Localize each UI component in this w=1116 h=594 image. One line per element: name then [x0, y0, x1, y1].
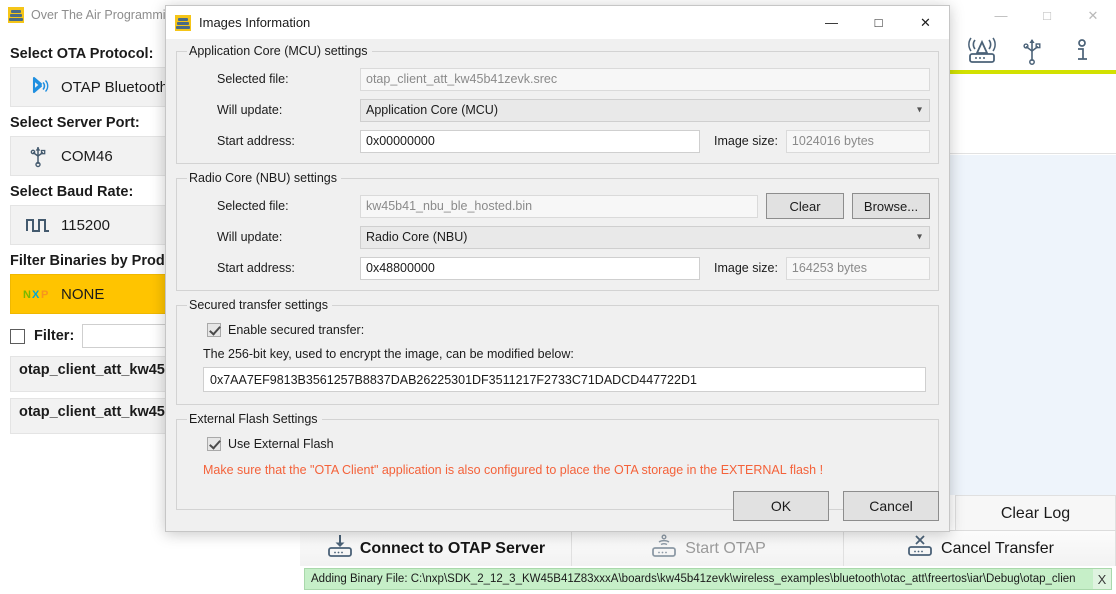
status-bar: Adding Binary File: C:\nxp\SDK_2_12_3_KW…: [304, 568, 1112, 590]
cancel-server-icon: [905, 533, 935, 564]
enable-secured-transfer-row: Enable secured transfer:: [207, 323, 930, 337]
radio-core-group: Radio Core (NBU) settings Selected file:…: [176, 171, 939, 291]
external-flash-legend: External Flash Settings: [187, 412, 322, 426]
ota-protocol-value: OTAP Bluetooth: [61, 79, 168, 96]
maximize-button[interactable]: □: [1024, 0, 1070, 30]
clear-button[interactable]: Clear: [766, 193, 844, 219]
cancel-button[interactable]: Cancel: [843, 491, 939, 521]
nxp-logo-icon: N X P: [21, 287, 55, 301]
radio-will-update-label: Will update:: [185, 230, 360, 244]
ok-button[interactable]: OK: [733, 491, 829, 521]
app-will-update-value: Application Core (MCU): [366, 103, 498, 117]
minimize-button[interactable]: —: [978, 0, 1024, 30]
app-will-update-label: Will update:: [185, 103, 360, 117]
close-button[interactable]: ✕: [1070, 0, 1116, 30]
usb-icon[interactable]: [1008, 32, 1056, 70]
bluetooth-icon: [21, 75, 55, 99]
application-core-legend: Application Core (MCU) settings: [187, 44, 372, 58]
radio-image-size-label: Image size:: [714, 261, 778, 275]
radio-will-update-value: Radio Core (NBU): [366, 230, 467, 244]
app-will-update-row: Will update: Application Core (MCU) ▾: [185, 96, 930, 124]
dialog-title: Images Information: [199, 15, 310, 30]
radio-selected-file-value: kw45b41_nbu_ble_hosted.bin: [360, 195, 758, 218]
broadcast-server-icon: [649, 533, 679, 564]
secured-transfer-group: Secured transfer settings Enable secured…: [176, 298, 939, 405]
app-image-size-label: Image size:: [714, 134, 778, 148]
app-selected-file-row: Selected file: otap_client_att_kw45b41ze…: [185, 65, 930, 93]
external-flash-warning: Make sure that the "OTA Client" applicat…: [203, 463, 930, 477]
radio-will-update-row: Will update: Radio Core (NBU) ▾: [185, 223, 930, 251]
browse-button[interactable]: Browse...: [852, 193, 930, 219]
download-server-icon: [326, 533, 354, 564]
radio-selected-file-row: Selected file: kw45b41_nbu_ble_hosted.bi…: [185, 192, 930, 220]
svg-text:P: P: [41, 289, 48, 301]
dialog-close-button[interactable]: ✕: [902, 6, 949, 40]
app-logo-icon: [175, 15, 191, 31]
info-icon[interactable]: [1058, 32, 1106, 70]
dialog-minimize-button[interactable]: —: [808, 6, 855, 40]
filter-checkbox-label: Filter:: [34, 328, 74, 344]
status-bar-text: Adding Binary File: C:\nxp\SDK_2_12_3_KW…: [305, 573, 1093, 585]
enable-secured-transfer-checkbox[interactable]: [207, 323, 221, 337]
application-core-group: Application Core (MCU) settings Selected…: [176, 44, 939, 164]
dialog-window-controls: — □ ✕: [808, 6, 949, 40]
encryption-key-input[interactable]: 0x7AA7EF9813B3561257B8837DAB26225301DF35…: [203, 367, 926, 392]
svg-text:N: N: [23, 289, 31, 301]
server-port-value: COM46: [61, 148, 113, 165]
connect-to-otap-server-label: Connect to OTAP Server: [360, 540, 545, 558]
chevron-down-icon: ▾: [917, 105, 922, 116]
use-external-flash-label: Use External Flash: [228, 437, 334, 451]
cancel-transfer-label: Cancel Transfer: [941, 540, 1054, 558]
images-information-dialog: Images Information — □ ✕ Application Cor…: [165, 5, 950, 532]
app-start-address-row: Start address: 0x00000000 Image size: 10…: [185, 127, 930, 155]
enable-secured-transfer-label: Enable secured transfer:: [228, 323, 364, 337]
app-start-address-input[interactable]: 0x00000000: [360, 130, 700, 153]
broadcast-server-icon[interactable]: [958, 32, 1006, 70]
app-image-size-value: 1024016 bytes: [786, 130, 930, 153]
bottom-action-bar: Connect to OTAP Server Start OTAP: [300, 530, 1116, 566]
use-external-flash-row: Use External Flash: [207, 437, 930, 451]
baud-rate-value: 115200: [61, 217, 110, 234]
dialog-titlebar: Images Information — □ ✕: [166, 6, 949, 40]
radio-selected-file-label: Selected file:: [185, 199, 360, 213]
main-window-title: Over The Air Programming: [31, 8, 179, 22]
dialog-footer: OK Cancel: [733, 491, 939, 521]
start-otap-label: Start OTAP: [685, 540, 766, 558]
cancel-transfer-button[interactable]: Cancel Transfer: [844, 531, 1116, 566]
app-selected-file-label: Selected file:: [185, 72, 360, 86]
dialog-body: Application Core (MCU) settings Selected…: [166, 40, 949, 531]
app-selected-file-value: otap_client_att_kw45b41zevk.srec: [360, 68, 930, 91]
product-filter-value: NONE: [61, 286, 104, 303]
radio-image-size-value: 164253 bytes: [786, 257, 930, 280]
app-will-update-select[interactable]: Application Core (MCU) ▾: [360, 99, 930, 122]
radio-start-address-label: Start address:: [185, 261, 360, 275]
radio-start-address-input[interactable]: 0x48800000: [360, 257, 700, 280]
usb-icon: [21, 144, 55, 168]
waveform-icon: [21, 214, 55, 236]
secured-key-help-text: The 256-bit key, used to encrypt the ima…: [203, 347, 930, 361]
radio-will-update-select[interactable]: Radio Core (NBU) ▾: [360, 226, 930, 249]
app-start-address-label: Start address:: [185, 134, 360, 148]
app-logo-icon: [8, 7, 24, 23]
filter-checkbox[interactable]: [10, 329, 25, 344]
status-close-icon[interactable]: X: [1093, 569, 1111, 589]
svg-text:X: X: [32, 289, 40, 301]
start-otap-button[interactable]: Start OTAP: [572, 531, 844, 566]
chevron-down-icon: ▾: [917, 232, 922, 243]
radio-start-address-row: Start address: 0x48800000 Image size: 16…: [185, 254, 930, 282]
radio-core-legend: Radio Core (NBU) settings: [187, 171, 341, 185]
connect-to-otap-server-button[interactable]: Connect to OTAP Server: [300, 531, 572, 566]
main-window-controls: — □ ✕: [978, 0, 1116, 30]
dialog-maximize-button[interactable]: □: [855, 6, 902, 40]
secured-transfer-legend: Secured transfer settings: [187, 298, 332, 312]
clear-log-button[interactable]: Clear Log: [955, 495, 1116, 533]
use-external-flash-checkbox[interactable]: [207, 437, 221, 451]
